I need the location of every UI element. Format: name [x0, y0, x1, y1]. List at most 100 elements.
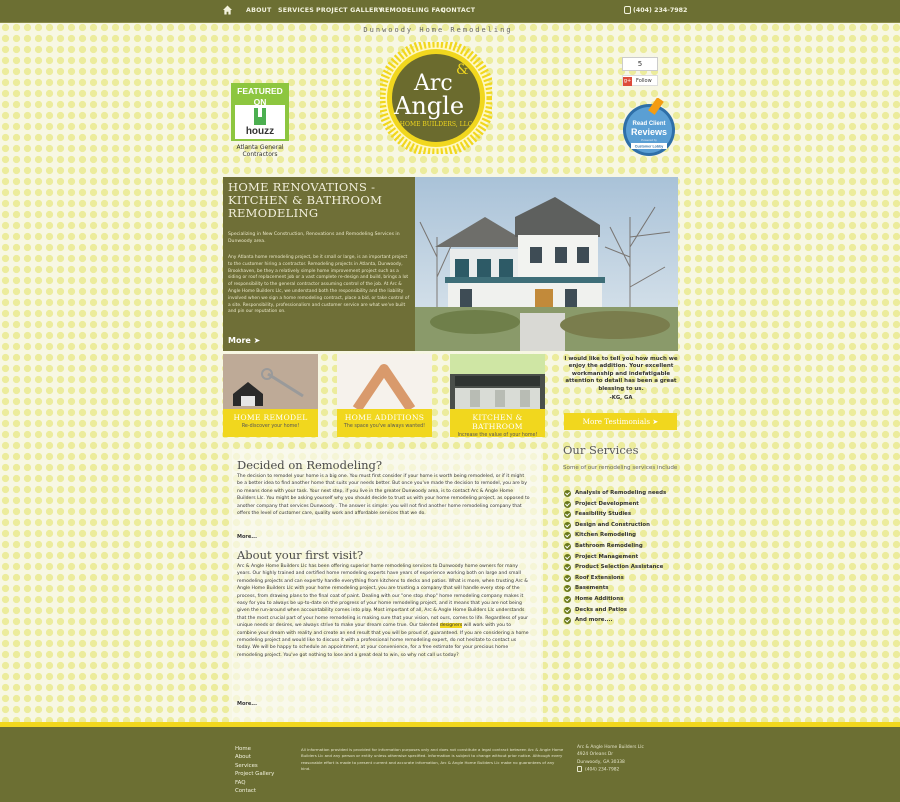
- section-first-visit-more-link[interactable]: More...: [237, 701, 257, 707]
- check-icon: [564, 574, 571, 582]
- houzz-logo-panel: houzz: [235, 105, 285, 139]
- nav-services[interactable]: SERVICES: [278, 7, 314, 14]
- nav-contact[interactable]: CONTACT: [441, 7, 475, 14]
- houzz-caption-line1: Atlanta General: [236, 144, 284, 151]
- service-item: Roof Extensions: [564, 573, 694, 584]
- service-item: Project Development: [564, 499, 694, 510]
- service-item: Decks and Patios: [564, 605, 694, 616]
- hero-house-photo: [415, 177, 678, 351]
- more-testimonials-button[interactable]: More Testimonials ➤: [564, 413, 677, 430]
- phone-icon: [577, 766, 582, 773]
- service-item-label: Project Management: [575, 553, 639, 560]
- tile-home-additions[interactable]: HOME ADDITIONS The space you've always w…: [337, 354, 432, 437]
- service-item-label: Project Development: [575, 500, 639, 507]
- section-decided-more-link[interactable]: More...: [237, 534, 257, 540]
- service-item: Product Selection Assistance: [564, 562, 694, 573]
- google-plus-icon: g+: [623, 77, 632, 86]
- check-icon: [564, 500, 571, 508]
- footer-link-home[interactable]: Home: [235, 745, 274, 753]
- read-client-reviews-badge[interactable]: Read Client Reviews Powered by Customer …: [622, 98, 676, 158]
- check-icon: [564, 521, 571, 529]
- check-icon: [564, 542, 571, 550]
- tile-kitchen-bathroom-image: [450, 354, 545, 409]
- service-item: Home Additions: [564, 594, 694, 605]
- footer-link-project-gallery[interactable]: Project Gallery: [235, 770, 274, 778]
- footer-address: Arc & Angle Home Builders Llc 4924 Orlea…: [577, 744, 644, 774]
- tile-kitchen-bathroom-subtitle: Increase the value of your home!: [457, 433, 538, 438]
- houzz-brand: houzz: [245, 126, 275, 137]
- hero-title: HOME RENOVATIONS - KITCHEN & BATHROOM RE…: [228, 180, 383, 220]
- hero-panel: HOME RENOVATIONS - KITCHEN & BATHROOM RE…: [223, 177, 415, 351]
- service-item-label: Basements: [575, 585, 609, 592]
- footer-city: Dunwoody, GA 30338: [577, 759, 625, 765]
- nav-about[interactable]: ABOUT: [246, 7, 271, 14]
- houzz-logo-icon: [254, 108, 266, 125]
- home-icon[interactable]: [223, 5, 232, 15]
- service-item: Bathroom Remodeling: [564, 541, 694, 552]
- footer-link-contact[interactable]: Contact: [235, 787, 274, 795]
- section-first-visit-title: About your first visit?: [237, 548, 364, 562]
- footer-link-services[interactable]: Services: [235, 762, 274, 770]
- arrow-right-icon: ➤: [253, 336, 261, 345]
- check-icon: [564, 595, 571, 603]
- hero-more-label: More: [228, 336, 251, 345]
- nav-remodeling-faq[interactable]: REMODELING FAQ: [380, 7, 446, 14]
- footer-company: Arc & Angle Home Builders Llc: [577, 745, 644, 750]
- footer-phone[interactable]: (404) 234-7982: [577, 766, 644, 774]
- tile-home-additions-subtitle: The space you've always wanted!: [343, 424, 426, 429]
- arrow-right-icon: ➤: [652, 417, 659, 426]
- service-item-label: Decks and Patios: [575, 606, 627, 613]
- service-item: Design and Construction: [564, 520, 694, 531]
- logo-amp: &: [456, 62, 468, 78]
- tile-home-remodel-image: [223, 354, 318, 409]
- designers-highlight[interactable]: designers: [439, 623, 463, 629]
- services-list: Analysis of Remodeling needs Project Dev…: [564, 488, 694, 626]
- reviews-badge-line2: Reviews: [631, 127, 667, 137]
- service-item-label: Home Additions: [575, 595, 624, 602]
- testimonial-quote: I would like to tell you how much we enj…: [564, 356, 678, 392]
- testimonial-author: -KG, GA: [609, 395, 633, 402]
- header-phone[interactable]: (404) 234-7982: [624, 6, 687, 14]
- service-item: Feasibility Studies: [564, 509, 694, 520]
- nav-project-gallery[interactable]: PROJECT GALLERY: [316, 7, 383, 14]
- houzz-caption-line2: Contractors: [242, 151, 278, 158]
- logo-sub: HOME BUILDERS, LLC: [400, 121, 473, 128]
- footer: Home About Services Project Gallery FAQ …: [0, 727, 900, 802]
- footer-link-about[interactable]: About: [235, 753, 274, 761]
- company-logo[interactable]: Arc & Angle HOME BUILDERS, LLC: [380, 42, 492, 154]
- footer-link-faq[interactable]: FAQ: [235, 779, 274, 787]
- houzz-badge[interactable]: FEATURED ON houzz: [231, 83, 289, 141]
- service-item: Project Management: [564, 552, 694, 563]
- section-decided-text: The decision to remodel your home is a b…: [237, 474, 530, 517]
- hero-more-link[interactable]: More ➤: [228, 336, 260, 345]
- our-services-title: Our Services: [563, 443, 639, 457]
- service-item-label: Kitchen Remodeling: [575, 532, 637, 539]
- check-icon: [564, 564, 571, 572]
- service-item-label: Feasibility Studies: [575, 511, 632, 518]
- houzz-caption: Atlanta General Contractors: [231, 144, 289, 158]
- tile-kitchen-bathroom-title: KITCHEN & BATHROOM: [472, 413, 523, 431]
- tile-home-remodel-caption: HOME REMODEL Re-discover your home!: [223, 409, 318, 437]
- service-item: Basements: [564, 583, 694, 594]
- footer-links: Home About Services Project Gallery FAQ …: [235, 745, 274, 795]
- our-services-intro: Some of our remodeling services include: [563, 465, 678, 471]
- hero-subtitle: Specializing in New Construction, Renova…: [228, 232, 400, 244]
- tile-home-remodel-subtitle: Re-discover your home!: [241, 424, 300, 429]
- section-first-visit-text: Arc & Angle Home Builders Llc has been o…: [237, 563, 531, 659]
- top-nav: ABOUT SERVICES PROJECT GALLERY REMODELIN…: [0, 0, 900, 23]
- phone-icon: [624, 6, 631, 14]
- reviews-badge-brand: Customer Lobby: [635, 145, 664, 149]
- section-decided-title: Decided on Remodeling?: [237, 458, 383, 472]
- reviews-badge-line3: Powered by: [641, 138, 657, 142]
- google-plus-follow-button[interactable]: g+ Follow: [622, 75, 658, 86]
- check-icon: [564, 585, 571, 593]
- tile-home-additions-image: [337, 354, 432, 409]
- service-item-label: Design and Construction: [575, 521, 650, 528]
- tile-kitchen-bathroom[interactable]: KITCHEN & BATHROOM Increase the value of…: [450, 354, 545, 438]
- service-item-more[interactable]: And more....: [564, 615, 694, 626]
- header-phone-number: (404) 234-7982: [633, 7, 688, 14]
- tile-home-remodel[interactable]: HOME REMODEL Re-discover your home!: [223, 354, 318, 437]
- check-icon: [564, 617, 571, 625]
- service-item: Kitchen Remodeling: [564, 530, 694, 541]
- facebook-like-count[interactable]: 5: [622, 57, 658, 71]
